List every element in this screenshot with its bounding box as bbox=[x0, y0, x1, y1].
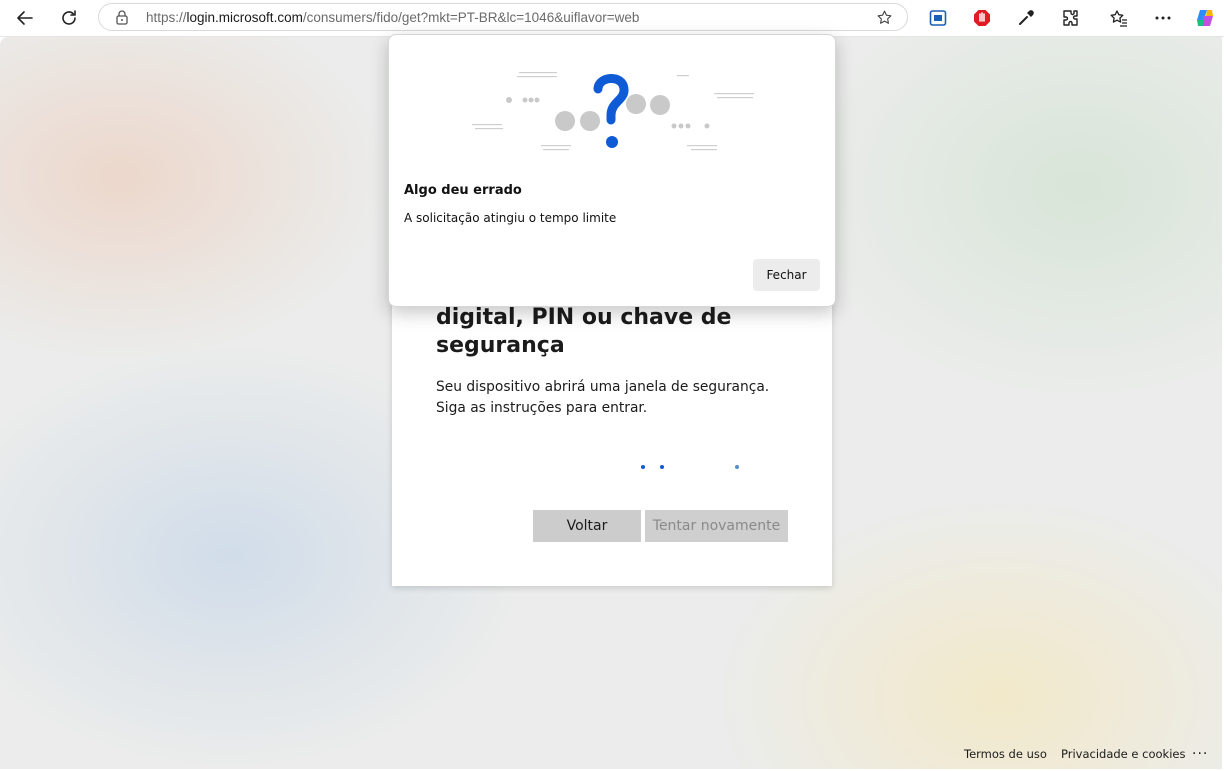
color-picker-icon[interactable] bbox=[1012, 4, 1040, 32]
lock-icon[interactable] bbox=[115, 9, 129, 29]
url-host: login.microsoft.com bbox=[186, 10, 303, 25]
more-icon[interactable] bbox=[1149, 4, 1177, 32]
url-scheme: https:// bbox=[146, 10, 187, 25]
heading-line-1: digital, PIN ou chave de bbox=[436, 305, 732, 330]
progress-dot bbox=[660, 465, 664, 469]
dialog-message: A solicitação atingiu o tempo limite bbox=[404, 211, 617, 225]
progress-dot bbox=[735, 465, 739, 469]
favorites-icon[interactable] bbox=[1105, 4, 1133, 32]
retry-button[interactable]: Tentar novamente bbox=[645, 510, 788, 542]
card-description: Seu dispositivo abrirá uma janela de seg… bbox=[436, 379, 770, 416]
browser-toolbar: https://login.microsoft.com/consumers/fi… bbox=[0, 0, 1224, 37]
address-bar[interactable]: https://login.microsoft.com/consumers/fi… bbox=[98, 3, 908, 31]
back-button[interactable]: Voltar bbox=[533, 510, 641, 542]
extensions-icon[interactable] bbox=[1056, 4, 1084, 32]
adblock-icon[interactable] bbox=[968, 4, 996, 32]
card-heading: digital, PIN ou chave de segurança bbox=[436, 304, 816, 360]
favorite-star-icon[interactable] bbox=[876, 9, 893, 30]
refresh-icon[interactable] bbox=[55, 4, 83, 32]
heading-line-2: segurança bbox=[436, 333, 565, 358]
footer-more-button[interactable]: ... bbox=[1192, 742, 1208, 758]
close-button[interactable]: Fechar bbox=[753, 259, 820, 291]
copilot-icon[interactable] bbox=[1191, 4, 1219, 32]
terms-link[interactable]: Termos de uso bbox=[964, 747, 1047, 761]
privacy-link[interactable]: Privacidade e cookies bbox=[1061, 747, 1185, 761]
url-path: /consumers/fido/get?mkt=PT-BR&lc=1046&ui… bbox=[302, 10, 640, 25]
progress-dot bbox=[641, 465, 645, 469]
signin-card: digital, PIN ou chave de segurança Seu d… bbox=[392, 270, 832, 586]
address-url[interactable]: https://login.microsoft.com/consumers/fi… bbox=[146, 10, 639, 25]
error-dialog: Algo deu errado A solicitação atingiu o … bbox=[388, 34, 836, 307]
screen-capture-icon[interactable] bbox=[924, 4, 952, 32]
back-icon[interactable] bbox=[11, 4, 39, 32]
dialog-title: Algo deu errado bbox=[404, 183, 522, 198]
question-mark-illustration bbox=[469, 65, 759, 159]
